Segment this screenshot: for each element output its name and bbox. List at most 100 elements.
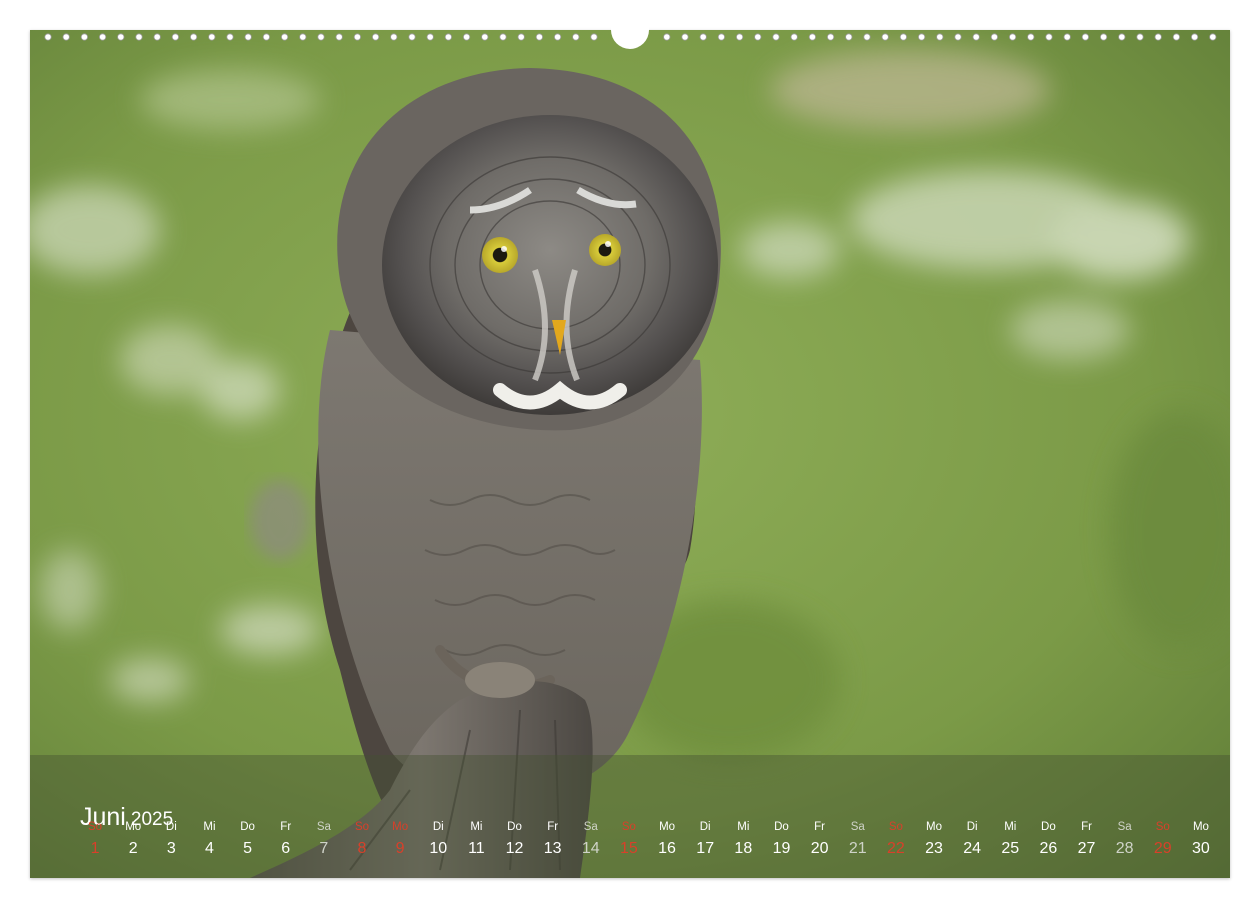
- weekday-label: Sa: [316, 821, 331, 833]
- binding-hole: [171, 33, 179, 41]
- weekday-label: So: [1155, 821, 1170, 833]
- binding-hole: [772, 33, 780, 41]
- weekday-label: Mo: [125, 821, 142, 833]
- day-number: 21: [848, 840, 867, 857]
- weekday-label: Di: [165, 821, 177, 833]
- day-number: 30: [1192, 840, 1210, 857]
- spiral-binding: [44, 11, 1217, 49]
- calendar-day: So 29: [1144, 818, 1182, 862]
- binding-hole: [390, 33, 398, 41]
- day-number: 20: [810, 840, 829, 857]
- weekday-label: Di: [699, 821, 711, 833]
- calendar-day: Di 10: [419, 818, 457, 862]
- weekday-label: Fr: [814, 821, 826, 833]
- binding-hole: [244, 33, 252, 41]
- binding-hole: [699, 33, 707, 41]
- weekday-label: Sa: [850, 821, 865, 833]
- calendar-day: Sa 7: [305, 818, 343, 862]
- weekday-label: Mo: [1192, 821, 1209, 833]
- weekday-label: Di: [966, 821, 978, 833]
- calendar-strip: Juni 2025 So 1 Mo 2 Di 3 Mi 4 Do 5 Fr 6 Sa 7 So 8 Mo 9 Di 10…: [30, 755, 1230, 878]
- calendar-day: Do 5: [229, 818, 267, 862]
- calendar-day: Mi 11: [457, 818, 495, 862]
- calendar-day: Mo 30: [1182, 818, 1220, 862]
- hanger-notch: [611, 11, 649, 49]
- weekday-label: So: [88, 821, 103, 833]
- weekday-label: Mi: [203, 821, 216, 833]
- binding-hole: [44, 33, 52, 41]
- weekday-label: Fr: [1081, 821, 1092, 833]
- binding-hole: [335, 33, 343, 41]
- calendar-day: Mo 16: [648, 818, 686, 862]
- binding-hole: [917, 33, 926, 41]
- binding-hole: [299, 33, 307, 41]
- owl-photo: [30, 30, 1230, 878]
- day-number: 17: [696, 840, 715, 857]
- day-number: 6: [281, 840, 291, 857]
- binding-hole: [117, 33, 125, 41]
- day-number: 16: [658, 840, 676, 857]
- weekday-label: Do: [507, 821, 522, 833]
- binding-hole: [1027, 33, 1035, 41]
- weekday-label: Mo: [926, 821, 942, 833]
- calendar-day: Mi 18: [724, 818, 762, 862]
- day-number: 4: [205, 840, 214, 857]
- day-number: 8: [357, 840, 367, 857]
- binding-hole: [681, 33, 689, 41]
- binding-hole: [754, 33, 762, 41]
- binding-hole: [936, 33, 944, 41]
- binding-hole: [371, 33, 380, 41]
- calendar-day: So 15: [610, 818, 648, 862]
- binding-hole: [80, 33, 89, 41]
- day-number: 22: [886, 840, 905, 857]
- day-number: 19: [772, 840, 791, 857]
- calendar-day: So 1: [76, 818, 114, 862]
- binding-hole: [972, 33, 980, 41]
- binding-hole: [1136, 33, 1144, 41]
- binding-hole: [1154, 33, 1162, 41]
- binding-hole: [444, 33, 452, 41]
- calendar-day: Fr 27: [1067, 818, 1105, 862]
- calendar-day: Sa 28: [1106, 818, 1144, 862]
- day-number: 11: [468, 840, 485, 857]
- day-number: 29: [1153, 840, 1172, 857]
- day-number: 5: [243, 840, 253, 857]
- binding-hole: [881, 33, 889, 41]
- binding-hole: [845, 33, 853, 41]
- weekday-label: So: [888, 821, 903, 833]
- binding-hole: [663, 33, 671, 41]
- weekday-label: So: [621, 821, 636, 833]
- day-number: 23: [925, 840, 943, 857]
- calendar-day: So 8: [343, 818, 381, 862]
- weekday-label: Mo: [392, 821, 409, 833]
- binding-hole: [280, 33, 289, 41]
- weekday-label: Mo: [659, 821, 676, 833]
- calendar-day: Di 3: [152, 818, 190, 862]
- weekday-label: Sa: [583, 821, 598, 833]
- calendar-day: So 22: [877, 818, 915, 862]
- binding-hole: [208, 33, 216, 41]
- binding-hole: [1081, 33, 1090, 41]
- calendar-day: Sa 14: [572, 818, 610, 862]
- weekday-label: Fr: [280, 821, 292, 833]
- binding-hole: [790, 33, 798, 41]
- binding-hole: [99, 33, 107, 41]
- calendar-day: Di 24: [953, 818, 991, 862]
- binding-hole: [899, 33, 908, 41]
- weekday-label: Mi: [1004, 821, 1017, 833]
- day-number: 7: [319, 840, 329, 857]
- calendar-day: Sa 21: [839, 818, 877, 862]
- binding-hole: [808, 33, 817, 41]
- weekday-label: Di: [432, 821, 444, 833]
- calendar-day: Mi 25: [991, 818, 1029, 862]
- binding-hole: [426, 33, 434, 41]
- weekday-label: Do: [774, 821, 789, 833]
- day-number: 18: [734, 840, 753, 857]
- day-number: 27: [1077, 840, 1096, 857]
- weekday-label: Do: [240, 821, 255, 833]
- binding-hole: [190, 33, 198, 41]
- binding-hole: [863, 33, 871, 41]
- day-number: 9: [395, 840, 405, 857]
- weekday-label: So: [354, 821, 370, 833]
- binding-hole: [1191, 33, 1199, 41]
